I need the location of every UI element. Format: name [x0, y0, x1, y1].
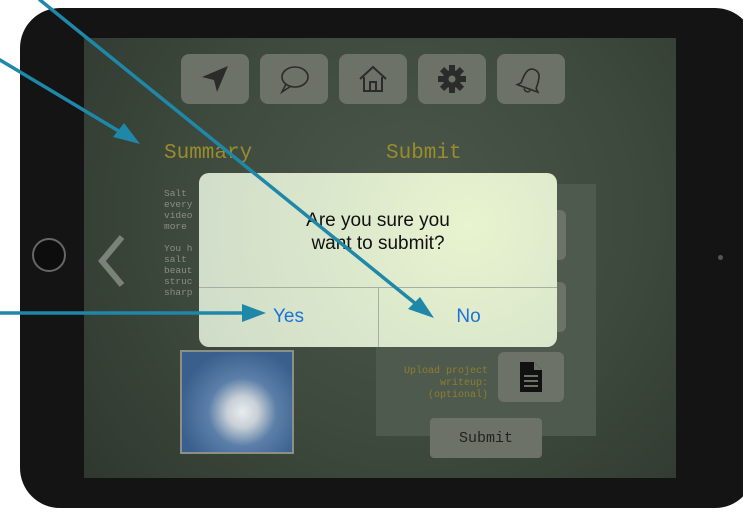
notifications-button[interactable] [497, 54, 565, 104]
document-icon [520, 362, 542, 392]
front-camera [718, 255, 723, 260]
chat-button[interactable] [260, 54, 328, 104]
dialog-message: Are you sure you want to submit? [306, 210, 450, 254]
upload-writeup-button[interactable] [498, 352, 564, 402]
home-icon [359, 65, 387, 92]
gear-icon [438, 65, 466, 93]
navigate-button[interactable] [181, 54, 249, 104]
submit-title: Submit [386, 142, 462, 165]
speech-bubble-icon [279, 66, 309, 95]
bell-icon [515, 68, 540, 94]
navigate-arrow-icon [202, 66, 228, 92]
submit-button[interactable]: Submit [430, 418, 542, 458]
summary-photo [180, 350, 294, 454]
home-nav-button[interactable] [339, 54, 407, 104]
dialog-no-button[interactable]: No [379, 287, 557, 347]
confirm-submit-dialog: Are you sure you want to submit? Yes No [199, 173, 557, 347]
summary-title: Summary [164, 142, 253, 165]
dialog-yes-button[interactable]: Yes [199, 287, 378, 347]
upload-writeup-label: Upload project writeup: (optional) [403, 366, 488, 401]
settings-button[interactable] [418, 54, 486, 104]
top-toolbar [181, 54, 565, 104]
home-button[interactable] [32, 238, 66, 272]
back-chevron-icon[interactable] [94, 231, 130, 291]
